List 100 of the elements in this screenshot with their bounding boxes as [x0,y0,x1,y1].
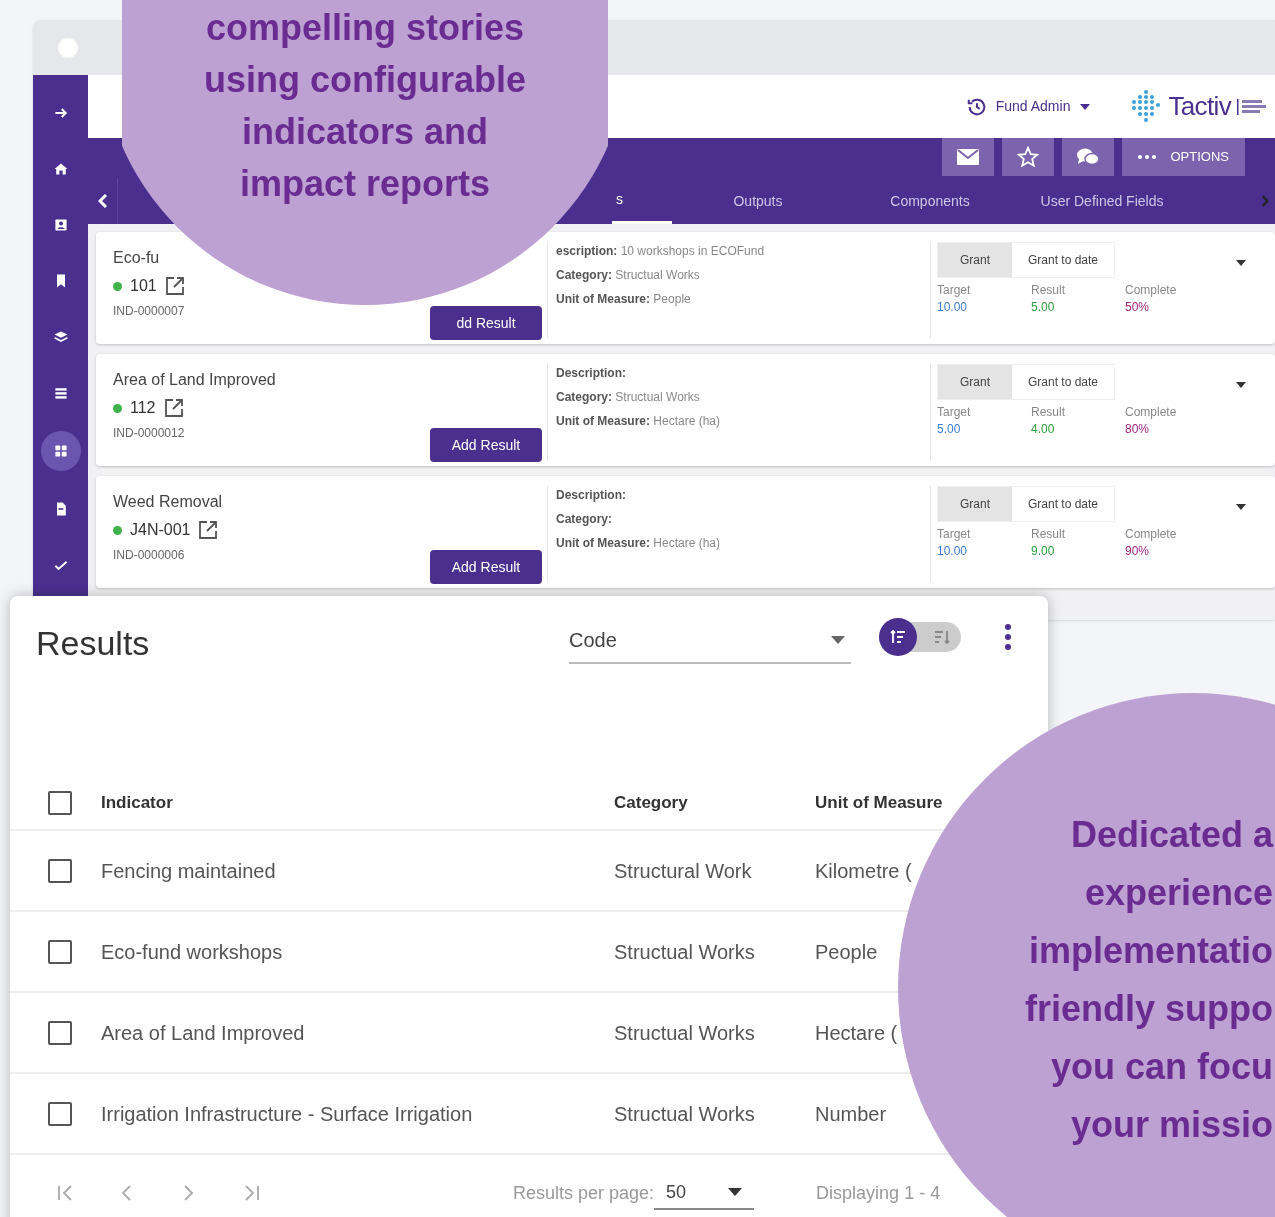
metric-label: Target [937,404,972,421]
indicator-name: Eco-fu [113,248,161,268]
table-cell: Structual Works [614,1102,755,1125]
tab[interactable]: User Defined Fields [1016,178,1188,224]
table-cell: Irrigation Infrastructure - Surface Irrigation [101,1102,473,1125]
add-result-button[interactable]: Add Result [430,550,542,584]
external-link-icon[interactable] [163,398,184,418]
metric-label: Complete [1125,282,1178,299]
sort-option[interactable] [879,618,917,656]
unit-of-measure-text: Unit of Measure: Hectare (ha) [556,413,722,430]
grant-toggle[interactable]: Grant [938,365,1012,399]
checkbox[interactable] [48,790,72,815]
metric-value: 90% [1125,543,1151,560]
star-icon [1017,146,1040,168]
table-cell: Eco-fund workshops [101,940,283,963]
logo-icon [1130,88,1163,125]
metric-label: Result [1031,526,1066,543]
caret-down-icon[interactable] [1236,382,1246,388]
tab[interactable]: Components [844,178,1016,224]
metric-value: 4.00 [1031,421,1056,438]
indicator-code: 101 [130,276,157,296]
indicator-id: IND-0000012 [113,425,186,442]
pagination-summary: Displaying 1 - 4 [816,1181,941,1205]
caret-down-icon [728,1188,743,1196]
external-link-icon[interactable] [164,276,185,296]
category-text: Category: Structual Works [556,389,701,406]
column-header[interactable]: Category [614,792,688,812]
checkbox[interactable] [48,858,72,883]
tab[interactable]: s [612,178,672,224]
arrow-right-icon [52,105,69,121]
layers-icon [52,329,69,345]
grant-toggle[interactable]: Grant [938,487,1012,521]
table-cell: Hectare ( [815,1021,898,1044]
category-text: Category: Structual Works [556,267,701,284]
sort-descending-icon [934,630,950,644]
table-cell: Structural Work [614,859,752,882]
options-button[interactable]: OPTIONS [1122,138,1245,176]
more-dots-icon [1138,155,1157,159]
kebab-menu-icon[interactable] [1005,624,1011,650]
grid-icon [52,443,69,459]
callout-text: Dedicated a experience implementatio friendly suppo you can focu your missio [1024,813,1273,1147]
metric-label: Target [937,282,972,299]
mail-button[interactable] [942,138,995,176]
table-cell: Structual Works [614,940,755,963]
metric-value: 5.00 [1031,299,1056,316]
caret-down-icon [831,636,845,644]
description-text: Description: [556,487,627,504]
metric-value: 80% [1125,421,1151,438]
favorite-button[interactable] [1002,138,1055,176]
metric-value: 5.00 [937,421,962,438]
external-link-icon[interactable] [198,520,219,540]
mail-icon [957,149,980,165]
indicator-code: 112 [130,398,156,418]
metric-value: 10.00 [937,543,969,560]
caret-down-icon[interactable] [1236,260,1246,266]
chat-bubbles-icon [1076,147,1101,167]
unit-of-measure-text: Unit of Measure: Hectare (ha) [556,535,722,552]
add-result-button[interactable]: dd Result [430,306,542,340]
column-header[interactable]: Indicator [101,792,173,812]
category-text: Category: [556,511,613,528]
list-icon [52,385,69,401]
panel-title: Results [36,623,151,664]
tab[interactable]: Outputs [672,178,844,224]
contact-card-icon [52,217,69,233]
sidebar-item[interactable] [40,431,81,471]
indicator-code: J4N-001 [130,520,191,540]
table-cell: Number [815,1102,887,1125]
metric-value: 10.00 [937,299,969,316]
checkbox[interactable] [48,939,72,964]
description-text: Description: [556,365,627,382]
user-menu[interactable]: Fund Admin [995,96,1091,117]
metric-label: Complete [1125,526,1178,543]
table-cell: Fencing maintained [101,859,276,882]
sort-ascending-icon [890,630,906,644]
add-result-button[interactable]: Add Result [430,428,542,462]
table-cell: Kilometre ( [815,859,912,882]
metric-label: Target [937,526,972,543]
metric-label: Result [1031,282,1066,299]
indicator-id: IND-0000006 [113,547,186,564]
logo-wordmark: Tactiv [1168,90,1231,123]
chevron-left-icon [97,194,108,208]
table-cell: Structual Works [614,1021,755,1044]
home-icon [52,161,69,177]
results-per-page-label: Results per page: [513,1181,655,1205]
indicator-name: Weed Removal [113,492,224,512]
per-page-select[interactable]: 50 [654,1176,755,1210]
logo-tagline-icon [1237,96,1267,117]
callout-text: compelling stories using configurable indicators and impact reports [203,6,527,206]
caret-down-icon[interactable] [1236,504,1246,510]
metric-value: 9.00 [1031,543,1056,560]
chat-button[interactable] [1062,138,1115,176]
grant-toggle[interactable]: Grant [938,243,1012,277]
checkbox[interactable] [48,1101,72,1126]
sort-field-select[interactable]: Code [569,618,851,664]
caret-down-icon [1080,103,1091,110]
column-header[interactable]: Unit of Measure [815,792,943,812]
table-cell: People [815,940,878,963]
checkbox[interactable] [48,1020,72,1045]
unit-of-measure-text: Unit of Measure: People [556,291,692,308]
metric-label: Complete [1125,404,1178,421]
